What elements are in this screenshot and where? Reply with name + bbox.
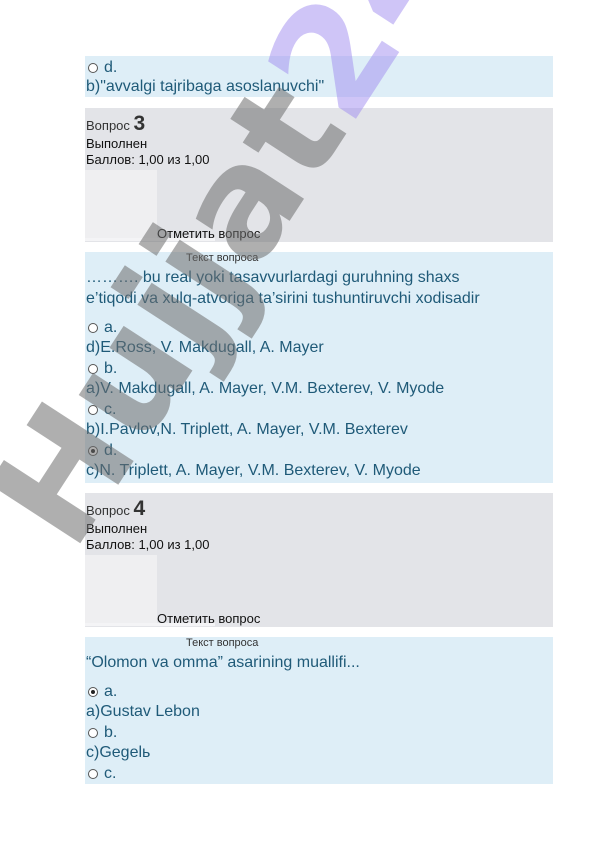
radio-icon[interactable] bbox=[88, 768, 98, 779]
option-letter: b. bbox=[104, 723, 118, 741]
question-3-content: Текст вопроса ………. bu real yoki tasavvur… bbox=[85, 252, 553, 483]
option-d-row[interactable]: d. bbox=[85, 58, 117, 77]
option-text: a)V. Makdugall, A. Mayer, V.M. Bexterev,… bbox=[86, 380, 445, 397]
option-letter: d. bbox=[104, 441, 118, 459]
option-letter: d. bbox=[104, 58, 118, 76]
option-text: d)E.Ross, V. Makdugall, A. Mayer bbox=[86, 339, 324, 356]
option-letter: a. bbox=[104, 318, 118, 336]
radio-icon[interactable] bbox=[88, 322, 98, 333]
question-number: 3 bbox=[133, 112, 146, 135]
radio-checked-icon[interactable] bbox=[88, 445, 98, 456]
flag-question-button[interactable]: Отметить вопрос bbox=[157, 611, 260, 626]
question-4-text: “Olomon va omma” asarining muallifi... bbox=[86, 652, 546, 673]
question-label: Вопрос bbox=[86, 503, 130, 518]
question-number: 4 bbox=[133, 497, 146, 520]
question-3-score: Баллов: 1,00 из 1,00 bbox=[86, 152, 210, 167]
question-label: Вопрос bbox=[86, 118, 130, 133]
question-3-status: Выполнен bbox=[86, 136, 148, 151]
question-text-line: e’tiqodi va xulq-atvoriga ta’sirini tush… bbox=[86, 290, 480, 307]
option-text: c)Gegelь bbox=[86, 744, 151, 761]
flag-question-button[interactable]: Отметить вопрос bbox=[157, 226, 260, 241]
question-4-content: Текст вопроса “Olomon va omma” asarining… bbox=[85, 637, 553, 784]
options-list: a. d)E.Ross, V. Makdugall, A. Mayer b. a… bbox=[85, 318, 444, 482]
question-3-title: Вопрос 3 bbox=[86, 112, 145, 136]
option-letter: b. bbox=[104, 359, 118, 377]
option-row-c[interactable]: c. bbox=[85, 764, 200, 783]
option-row-c[interactable]: c. bbox=[85, 400, 444, 419]
option-letter: c. bbox=[104, 400, 117, 418]
flag-area bbox=[85, 170, 157, 238]
question-4-title: Вопрос 4 bbox=[86, 497, 145, 521]
question-text-line: “Olomon va omma” asarining muallifi... bbox=[86, 654, 360, 671]
previous-question-tail: d. b)"avvalgi tajribaga asoslanuvchi" bbox=[85, 56, 553, 97]
option-row-b[interactable]: b. bbox=[85, 359, 444, 378]
radio-icon[interactable] bbox=[88, 363, 98, 374]
question-text-label: Текст вопроса bbox=[186, 637, 259, 649]
radio-icon[interactable] bbox=[88, 727, 98, 738]
radio-checked-icon[interactable] bbox=[88, 686, 98, 697]
question-3-text: ………. bu real yoki tasavvurlardagi guruhn… bbox=[86, 267, 546, 309]
option-row-b[interactable]: b. bbox=[85, 723, 200, 742]
question-text-label: Текст вопроса bbox=[186, 252, 259, 264]
options-list: a. a)Gustav Lebon b. c)Gegelь c. bbox=[85, 682, 200, 783]
option-row-a[interactable]: a. bbox=[85, 682, 200, 701]
question-4-score: Баллов: 1,00 из 1,00 bbox=[86, 537, 210, 552]
radio-icon[interactable] bbox=[88, 62, 98, 73]
question-4-status: Выполнен bbox=[86, 521, 148, 536]
option-letter: a. bbox=[104, 682, 118, 700]
option-text: a)Gustav Lebon bbox=[86, 703, 200, 720]
option-text: b)I.Pavlov,N. Triplett, A. Mayer, V.M. B… bbox=[86, 421, 408, 438]
option-letter: c. bbox=[104, 764, 117, 782]
flag-area bbox=[85, 555, 157, 623]
question-text-line: ………. bu real yoki tasavvurlardagi guruhn… bbox=[86, 269, 460, 286]
option-row-d[interactable]: d. bbox=[85, 441, 444, 460]
question-4-info: Вопрос 4 Выполнен Баллов: 1,00 из 1,00 О… bbox=[85, 493, 553, 627]
option-text: c)N. Triplett, A. Mayer, V.M. Bexterev, … bbox=[86, 462, 421, 479]
question-3-info: Вопрос 3 Выполнен Баллов: 1,00 из 1,00 О… bbox=[85, 108, 553, 242]
option-row-a[interactable]: a. bbox=[85, 318, 444, 337]
radio-icon[interactable] bbox=[88, 404, 98, 415]
option-answer-text: b)"avvalgi tajribaga asoslanuvchi" bbox=[86, 78, 325, 95]
